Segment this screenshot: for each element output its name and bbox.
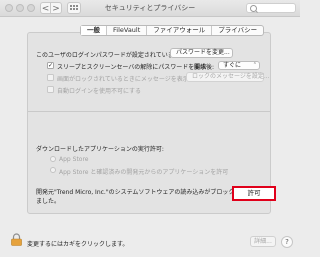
show-message-checkbox[interactable] [47, 74, 54, 81]
padlock-icon[interactable] [11, 233, 22, 246]
tab-privacy[interactable]: プライバシー [212, 26, 263, 35]
disable-autologin-checkbox[interactable] [47, 86, 54, 93]
radio-app-store-identified-label: App Store と確認済みの開発元からのアプリケーションを許可 [59, 169, 229, 176]
tab-general[interactable]: 一般 [81, 26, 107, 35]
preferences-window: < > セキュリティとプライバシー 一般 FileVault ファイアウォール … [0, 0, 300, 257]
advanced-button[interactable]: 詳細... [250, 236, 276, 247]
blocked-extension-message-cont: ました。 [36, 198, 61, 205]
change-password-button[interactable]: パスワードを変更... [170, 48, 233, 58]
show-message-label: 画面がロックされているときにメッセージを表示 [57, 76, 189, 83]
require-password-checkbox[interactable]: ✓ [47, 62, 54, 69]
radio-app-store-label: App Store [59, 156, 89, 163]
blocked-extension-message: 開発元"Trend Micro, Inc."のシステムソフトウェアの読み込みがブ… [36, 189, 247, 196]
delay-select-value: すぐに [223, 62, 242, 69]
lock-hint-text: 変更するにはカギをクリックします。 [27, 241, 129, 248]
help-button[interactable]: ? [281, 236, 293, 248]
require-password-label: スリープとスクリーンセーバの解除にパスワードを要求 [57, 64, 207, 71]
tab-firewall[interactable]: ファイアウォール [147, 26, 213, 35]
allow-button[interactable]: 許可 [232, 186, 276, 201]
disable-autologin-label: 自動ログインを使用不可にする [57, 88, 142, 95]
download-permission-heading: ダウンロードしたアプリケーションの実行許可: [36, 146, 164, 153]
radio-app-store-identified[interactable] [50, 167, 56, 173]
password-set-text: このユーザのログインパスワードが設定されています [36, 52, 180, 59]
section-divider [28, 111, 270, 112]
search-field[interactable] [246, 3, 296, 13]
tab-filevault[interactable]: FileVault [107, 26, 148, 35]
search-icon [250, 5, 257, 12]
radio-app-store[interactable] [50, 156, 56, 162]
tab-bar: 一般 FileVault ファイアウォール プライバシー [80, 25, 265, 36]
chevron-updown-icon: ⌃ [252, 62, 257, 68]
start-after-label: 開始後: [194, 64, 215, 71]
require-password-delay-select[interactable]: すぐに ⌃ [218, 61, 260, 70]
title-bar: < > セキュリティとプライバシー [0, 0, 300, 17]
set-lock-message-button[interactable]: ロックのメッセージを設定... [186, 72, 270, 82]
